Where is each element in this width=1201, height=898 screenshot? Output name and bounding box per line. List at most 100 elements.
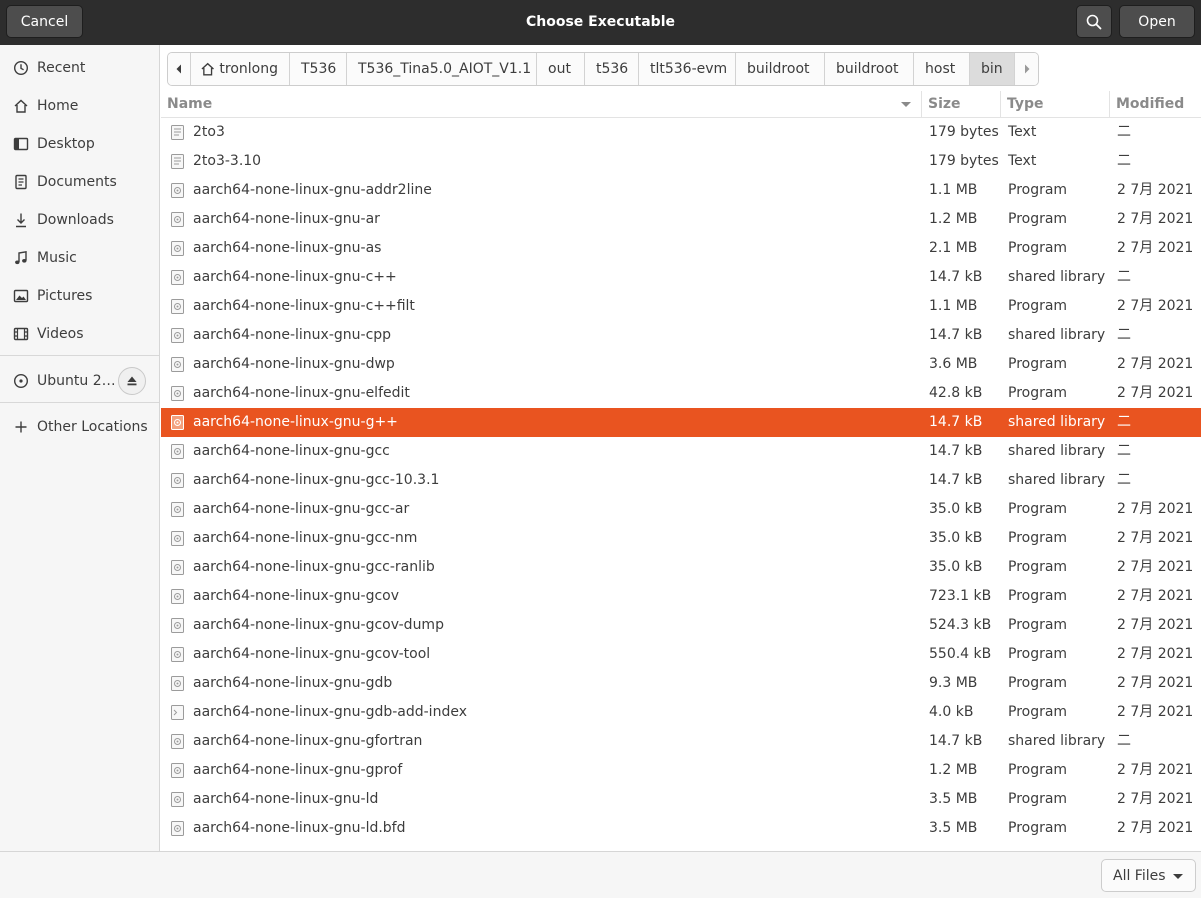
file-row[interactable]: aarch64-none-linux-gnu-gcc-10.3.1 14.7 kB… xyxy=(161,466,1201,495)
music-icon xyxy=(12,249,30,267)
file-row[interactable]: aarch64-none-linux-gnu-gdb 9.3 MB Program 2… xyxy=(161,669,1201,698)
file-row[interactable]: 2to3 179 bytes Text 二 xyxy=(161,118,1201,147)
file-list: 2to3 179 bytes Text 二 2to3-3.10 179 bytes Text… xyxy=(161,118,1201,851)
sidebar-item-label: Videos xyxy=(37,326,84,342)
file-filter-dropdown[interactable]: All Files xyxy=(1101,859,1196,892)
file-name: aarch64-none-linux-gnu-gcc-ranlib xyxy=(193,559,435,575)
crumb-buildroot-2[interactable]: buildroot xyxy=(825,53,914,85)
file-name: aarch64-none-linux-gnu-ld.bfd xyxy=(193,820,406,836)
crumb-tlt536-evm[interactable]: tlt536-evm xyxy=(639,53,736,85)
sidebar-item-label: Other Locations xyxy=(37,419,148,435)
file-modified: 2 7月 2021 xyxy=(1117,791,1194,807)
file-size: 723.1 kB xyxy=(929,588,992,604)
file-type: Program xyxy=(1008,675,1068,691)
sidebar-item-desktop[interactable]: Desktop xyxy=(0,127,159,161)
file-modified: 二 xyxy=(1117,327,1131,343)
crumb-bin[interactable]: bin xyxy=(970,53,1015,85)
sidebar-item-home[interactable]: Home xyxy=(0,89,159,123)
file-type: Program xyxy=(1008,298,1068,314)
file-row[interactable]: aarch64-none-linux-gnu-elfedit 42.8 kB Pro… xyxy=(161,379,1201,408)
file-name: aarch64-none-linux-gnu-cpp xyxy=(193,327,392,343)
program-icon xyxy=(171,531,184,546)
file-name: aarch64-none-linux-gnu-gcc-ar xyxy=(193,501,410,517)
file-row[interactable]: aarch64-none-linux-gnu-gfortran 14.7 kB sh… xyxy=(161,727,1201,756)
file-name: aarch64-none-linux-gnu-ld xyxy=(193,791,379,807)
sidebar-item-downloads[interactable]: Downloads xyxy=(0,203,159,237)
file-name: aarch64-none-linux-gnu-gcov xyxy=(193,588,400,604)
sidebar-item-music[interactable]: Music xyxy=(0,241,159,275)
crumb-t536[interactable]: T536 xyxy=(290,53,347,85)
crumb-buildroot[interactable]: buildroot xyxy=(736,53,825,85)
crumb-home[interactable]: tronlong xyxy=(191,53,290,85)
crumb-label: T536_Tina5.0_AIOT_V1.1 xyxy=(358,61,532,77)
home-icon xyxy=(12,97,30,115)
crumb-t536-tina[interactable]: T536_Tina5.0_AIOT_V1.1 xyxy=(347,53,537,85)
path-scroll-left-button[interactable] xyxy=(168,53,191,85)
sidebar-item-label: Pictures xyxy=(37,288,93,304)
file-row[interactable]: aarch64-none-linux-gnu-ld 3.5 MB Program 2 … xyxy=(161,785,1201,814)
file-row[interactable]: aarch64-none-linux-gnu-gcc-nm 35.0 kB Prog… xyxy=(161,524,1201,553)
file-row[interactable]: aarch64-none-linux-gnu-addr2line 1.1 MB Pr… xyxy=(161,176,1201,205)
file-modified: 二 xyxy=(1117,414,1131,430)
file-name: aarch64-none-linux-gnu-gcov-tool xyxy=(193,646,431,662)
cancel-button[interactable]: Cancel xyxy=(6,5,83,38)
eject-button[interactable] xyxy=(118,367,146,395)
eject-icon xyxy=(127,376,137,386)
file-type: shared library xyxy=(1008,327,1106,343)
file-row[interactable]: aarch64-none-linux-gnu-gcc-ar 35.0 kB Prog… xyxy=(161,495,1201,524)
program-icon xyxy=(171,270,184,285)
bottom-bar: All Files xyxy=(0,851,1201,898)
file-type: Program xyxy=(1008,704,1068,720)
file-type: Program xyxy=(1008,820,1068,836)
file-size: 14.7 kB xyxy=(929,269,983,285)
file-row[interactable]: aarch64-none-linux-gnu-ar 1.2 MB Program 2 … xyxy=(161,205,1201,234)
crumb-host[interactable]: host xyxy=(914,53,970,85)
file-row[interactable]: aarch64-none-linux-gnu-gdb-add-index 4.0 … xyxy=(161,698,1201,727)
desktop-icon xyxy=(12,135,30,153)
file-size: 1.2 MB xyxy=(929,211,978,227)
sidebar-item-pictures[interactable]: Pictures xyxy=(0,279,159,313)
column-header-modified[interactable]: Modified xyxy=(1109,91,1201,118)
file-list-header: Name Size Type Modified xyxy=(161,91,1201,118)
search-button[interactable] xyxy=(1076,5,1112,38)
file-size: 35.0 kB xyxy=(929,530,983,546)
sidebar-item-videos[interactable]: Videos xyxy=(0,317,159,351)
file-row[interactable]: aarch64-none-linux-gnu-gprof 1.2 MB Progra… xyxy=(161,756,1201,785)
file-row[interactable]: aarch64-none-linux-gnu-gcov-tool 550.4 kB… xyxy=(161,640,1201,669)
sidebar-item-documents[interactable]: Documents xyxy=(0,165,159,199)
file-row[interactable]: aarch64-none-linux-gnu-gcov 723.1 kB Progr… xyxy=(161,582,1201,611)
column-header-name[interactable]: Name xyxy=(167,91,212,118)
path-scroll-right-button[interactable] xyxy=(1015,53,1038,85)
file-row[interactable]: 2to3-3.10 179 bytes Text 二 xyxy=(161,147,1201,176)
program-icon xyxy=(171,560,184,575)
file-row[interactable]: aarch64-none-linux-gnu-ld.bfd 3.5 MB Progr… xyxy=(161,814,1201,843)
file-row[interactable]: aarch64-none-linux-gnu-dwp 3.6 MB Program 2… xyxy=(161,350,1201,379)
column-header-type[interactable]: Type xyxy=(1000,91,1109,118)
crumb-out[interactable]: out xyxy=(537,53,585,85)
file-row[interactable]: aarch64-none-linux-gnu-cpp 14.7 kB shared … xyxy=(161,321,1201,350)
file-size: 2.1 MB xyxy=(929,240,978,256)
file-modified: 二 xyxy=(1117,733,1131,749)
file-row[interactable]: aarch64-none-linux-gnu-c++filt 1.1 MB Prog… xyxy=(161,292,1201,321)
program-icon xyxy=(171,734,184,749)
open-button[interactable]: Open xyxy=(1119,5,1195,38)
download-icon xyxy=(12,211,30,229)
file-row[interactable]: aarch64-none-linux-gnu-c++ 14.7 kB shared … xyxy=(161,263,1201,292)
column-header-size[interactable]: Size xyxy=(921,91,1000,118)
program-icon xyxy=(171,647,184,662)
file-name: aarch64-none-linux-gnu-g++ xyxy=(193,414,398,430)
file-row[interactable]: aarch64-none-linux-gnu-gcov-dump 524.3 kB… xyxy=(161,611,1201,640)
crumb-label: tlt536-evm xyxy=(650,61,728,77)
file-size: 179 bytes xyxy=(929,153,999,169)
file-size: 550.4 kB xyxy=(929,646,992,662)
program-icon xyxy=(171,792,184,807)
file-row[interactable]: aarch64-none-linux-gnu-gcc 14.7 kB shared … xyxy=(161,437,1201,466)
crumb-label: t536 xyxy=(596,61,629,77)
sidebar-item-recent[interactable]: Recent xyxy=(0,51,159,85)
file-type: Text xyxy=(1008,153,1037,169)
crumb-t536-lower[interactable]: t536 xyxy=(585,53,639,85)
file-row[interactable]: aarch64-none-linux-gnu-g++ 14.7 kB shared … xyxy=(161,408,1201,437)
sidebar-item-other-locations[interactable]: Other Locations xyxy=(0,410,159,444)
file-row[interactable]: aarch64-none-linux-gnu-gcc-ranlib 35.0 kB… xyxy=(161,553,1201,582)
file-row[interactable]: aarch64-none-linux-gnu-as 2.1 MB Program 2 … xyxy=(161,234,1201,263)
